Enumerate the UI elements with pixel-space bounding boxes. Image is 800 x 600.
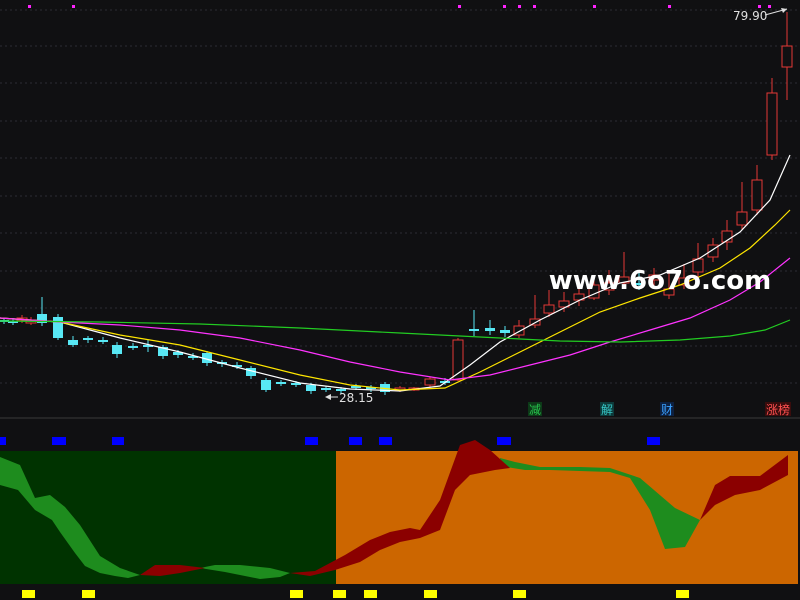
signal-square [112,437,124,445]
signal-square [676,590,689,598]
candle-body [98,340,108,342]
candle-body [112,345,122,354]
marker-cai[interactable]: 财 [661,403,673,417]
signal-square [0,437,6,445]
candle-body [781,45,793,68]
candle-body [751,179,763,211]
signal-dot [28,5,31,8]
signal-dot [533,5,536,8]
marker-zhangbang[interactable]: 涨榜 [766,402,790,417]
signal-dot [768,5,771,8]
signal-square [22,590,35,598]
candle-body [261,380,271,390]
signal-dot [72,5,75,8]
marker-jie[interactable]: 解 [601,403,613,417]
signal-dot [503,5,506,8]
candle-body [321,388,331,390]
signal-square [364,590,377,598]
price-low-label: 28.15 [339,391,373,405]
signal-dot [668,5,671,8]
candle-body [736,211,748,226]
candle-body [500,330,510,333]
signal-square [513,590,526,598]
marker-jian[interactable]: 减 [529,403,541,417]
candle-body [424,378,436,386]
price-high-label: 79.90 [733,9,767,23]
signal-square [52,437,66,445]
signal-square [305,437,318,445]
candle-body [469,329,479,331]
candle-body [53,317,63,338]
signal-dot [758,5,761,8]
candle-body [128,346,138,348]
candle-body [276,382,286,384]
candle-body [306,385,316,391]
signal-square [82,590,95,598]
candle-body [83,338,93,340]
watermark-text: www.6o7o.com [549,266,771,296]
signal-square [424,590,437,598]
signal-square [333,590,346,598]
signal-dot [458,5,461,8]
signal-square [379,437,392,445]
signal-dot [518,5,521,8]
candle-body [485,328,495,331]
candle-body [766,92,778,156]
signal-square [290,590,303,598]
stock-chart[interactable]: www.6o7o.com 79.90 28.15 减 解 财 涨榜 [0,0,800,600]
signal-dot [593,5,596,8]
signal-square [349,437,362,445]
signal-square [497,437,511,445]
candle-body [68,340,78,345]
signal-square [647,437,660,445]
lower-pane-bg-right [336,451,798,584]
candle-body [543,304,555,314]
